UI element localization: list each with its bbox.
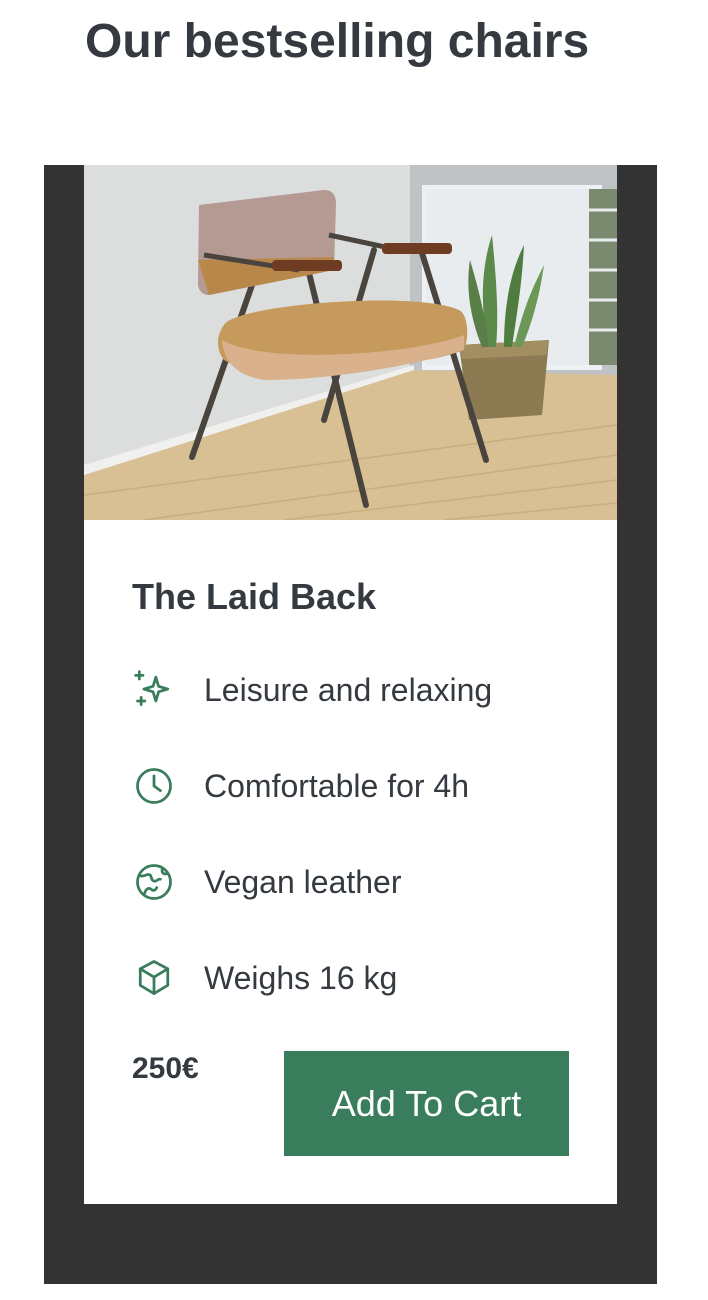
feature-label: Vegan leather xyxy=(204,864,402,900)
feature-item: Leisure and relaxing xyxy=(132,666,592,714)
feature-item: Comfortable for 4h xyxy=(132,762,592,810)
product-card: The Laid Back Leisure and relaxing Comfo… xyxy=(84,165,617,1204)
product-photo xyxy=(84,165,617,520)
product-name: The Laid Back xyxy=(132,576,377,617)
clock-icon xyxy=(132,762,180,810)
product-price: 250€ xyxy=(132,1052,199,1085)
feature-item: Vegan leather xyxy=(132,858,592,906)
add-to-cart-button[interactable]: Add To Cart xyxy=(284,1051,569,1156)
feature-label: Weighs 16 kg xyxy=(204,960,398,996)
feature-item: Weighs 16 kg xyxy=(132,954,592,1002)
globe-icon xyxy=(132,858,180,906)
feature-label: Comfortable for 4h xyxy=(204,768,470,804)
cube-icon xyxy=(132,954,180,1002)
page-title: Our bestselling chairs xyxy=(85,15,590,68)
feature-label: Leisure and relaxing xyxy=(204,672,493,708)
sparkles-icon xyxy=(132,666,180,714)
